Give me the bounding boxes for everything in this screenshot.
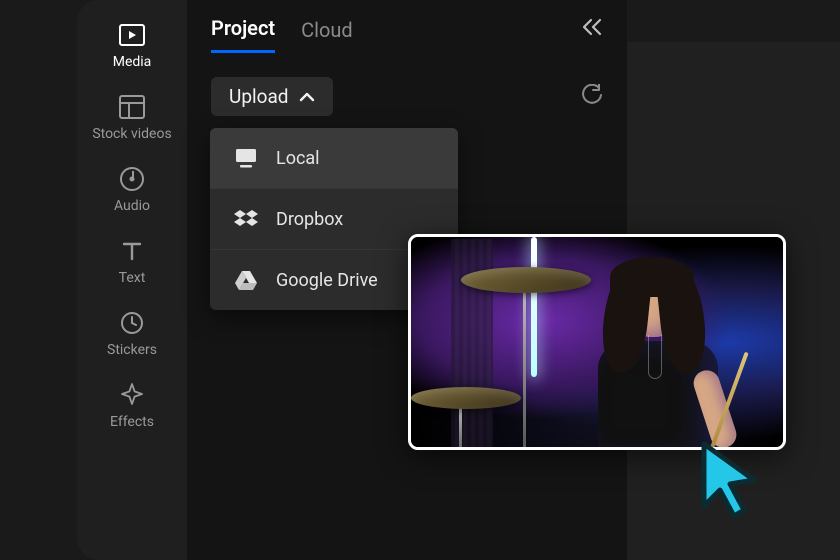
cymbal-stand — [523, 291, 526, 450]
dropbox-icon — [234, 207, 258, 231]
upload-menu-label: Local — [276, 148, 320, 169]
sidebar-item-label: Stock videos — [92, 126, 171, 142]
layout-panel-icon — [119, 94, 145, 120]
tab-project[interactable]: Project — [211, 16, 275, 53]
letter-t-icon — [119, 238, 145, 264]
upload-toolbar: Upload — [187, 53, 627, 116]
sidebar-item-media[interactable]: Media — [77, 22, 187, 70]
light-bar — [531, 237, 537, 377]
gdrive-icon — [234, 268, 258, 292]
play-frame-icon — [119, 22, 145, 48]
monitor-icon — [234, 146, 258, 170]
sidebar-item-label: Stickers — [107, 342, 157, 358]
chevron-up-icon — [299, 91, 315, 103]
sidebar-item-label: Audio — [114, 198, 150, 214]
refresh-icon — [581, 84, 603, 106]
drummer-figure — [576, 259, 736, 450]
sidebar-item-effects[interactable]: Effects — [77, 382, 187, 430]
cymbal-stand — [459, 407, 462, 450]
disc-note-icon — [119, 166, 145, 192]
sidebar-item-label: Effects — [110, 414, 154, 430]
sparkle-icon — [119, 382, 145, 408]
upload-menu-label: Google Drive — [276, 270, 378, 291]
sidebar-item-stickers[interactable]: Stickers — [77, 310, 187, 358]
cymbal — [411, 387, 521, 409]
sidebar-item-label: Text — [119, 270, 146, 286]
clock-icon — [119, 310, 145, 336]
upload-button[interactable]: Upload — [211, 77, 333, 116]
sidebar-item-audio[interactable]: Audio — [77, 166, 187, 214]
sidebar-item-label: Media — [113, 54, 152, 70]
collapse-panel-button[interactable] — [581, 18, 603, 40]
cymbal — [461, 267, 591, 293]
upload-button-label: Upload — [229, 85, 289, 108]
upload-menu-label: Dropbox — [276, 209, 343, 230]
tab-cloud[interactable]: Cloud — [301, 18, 353, 52]
chevrons-left-icon — [581, 18, 603, 36]
sidebar-item-stock-videos[interactable]: Stock videos — [77, 94, 187, 142]
outer-margin — [0, 0, 77, 560]
tab-bar: Project Cloud — [187, 0, 627, 53]
upload-menu-item-local[interactable]: Local — [210, 128, 458, 188]
media-thumbnail-drummer[interactable] — [408, 234, 786, 450]
refresh-button[interactable] — [581, 84, 603, 110]
left-sidebar: Media Stock videos Audio Text Stickers — [77, 0, 187, 560]
sidebar-item-text[interactable]: Text — [77, 238, 187, 286]
